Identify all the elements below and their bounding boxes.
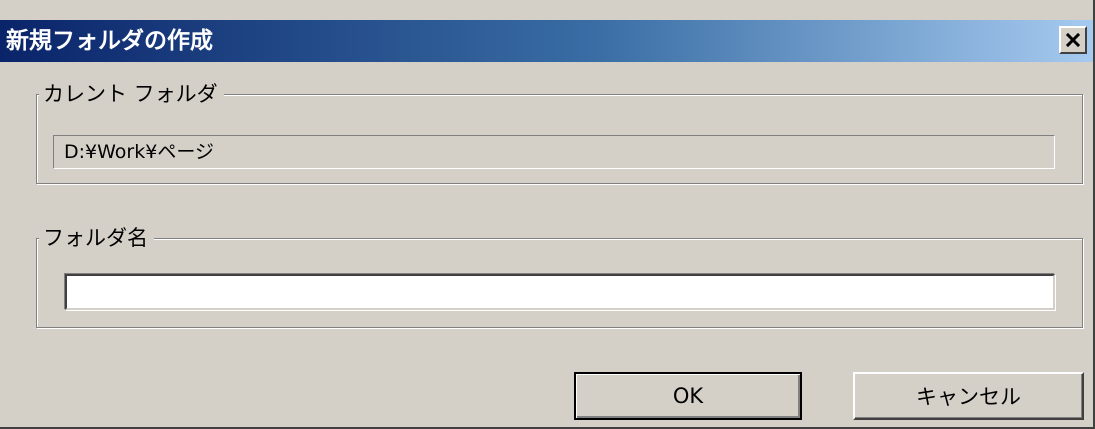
cancel-button[interactable]: キャンセル: [853, 372, 1084, 420]
window-title: 新規フォルダの作成: [6, 28, 213, 54]
folder-name-input[interactable]: [65, 274, 1055, 310]
new-folder-dialog: 新規フォルダの作成 カレント フォルダ D:¥Work¥ページ フォルダ名 OK…: [0, 0, 1095, 429]
folder-name-label: フォルダ名: [39, 221, 154, 255]
title-bar[interactable]: 新規フォルダの作成: [0, 20, 1093, 62]
current-folder-label: カレント フォルダ: [39, 77, 224, 111]
current-folder-path: D:¥Work¥ページ: [53, 135, 1055, 169]
folder-name-group: フォルダ名: [36, 221, 1083, 328]
close-button[interactable]: [1059, 26, 1087, 54]
ok-button[interactable]: OK: [574, 372, 802, 420]
current-folder-group: カレント フォルダ D:¥Work¥ページ: [36, 77, 1083, 184]
close-icon: [1065, 32, 1081, 48]
